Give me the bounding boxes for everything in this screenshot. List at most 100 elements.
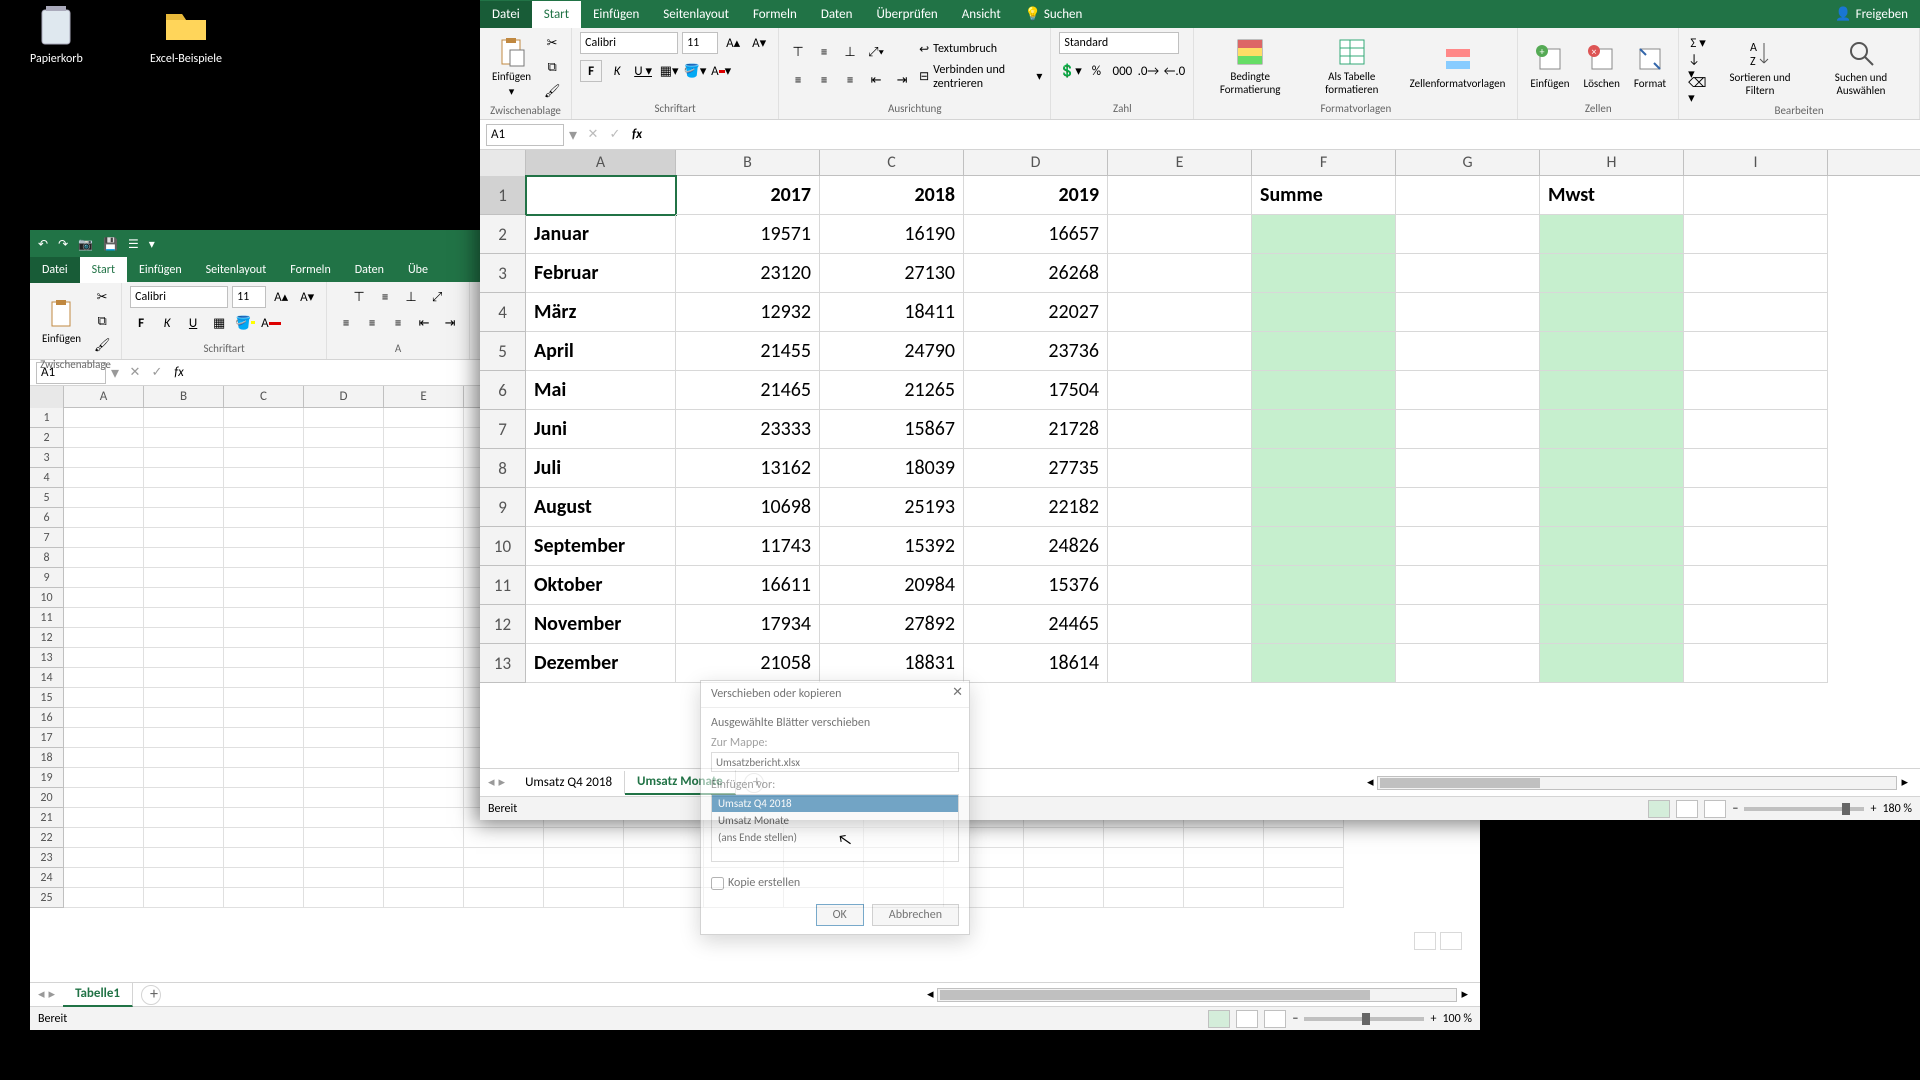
row-header-18[interactable]: 18 <box>30 748 64 768</box>
cell[interactable] <box>304 528 384 548</box>
cell[interactable] <box>304 848 384 868</box>
cell[interactable] <box>304 608 384 628</box>
cell[interactable] <box>64 868 144 888</box>
cell-C2[interactable]: 16190 <box>820 215 964 254</box>
cell[interactable] <box>144 428 224 448</box>
cell-A11[interactable]: Oktober <box>526 566 676 605</box>
cell-H6[interactable] <box>1540 371 1684 410</box>
fx-icon[interactable]: fx <box>168 362 190 384</box>
cell[interactable] <box>224 488 304 508</box>
cell[interactable] <box>144 688 224 708</box>
cell[interactable] <box>144 748 224 768</box>
zoom-out-icon[interactable]: − <box>1732 802 1738 816</box>
cell[interactable] <box>304 548 384 568</box>
cell[interactable] <box>64 888 144 908</box>
cell-D9[interactable]: 22182 <box>964 488 1108 527</box>
cell[interactable] <box>1104 848 1184 868</box>
tab-datei[interactable]: Datei <box>480 1 532 28</box>
cell-A12[interactable]: November <box>526 605 676 644</box>
border-button[interactable]: ▦▾ <box>658 60 680 82</box>
underline-button[interactable]: U ▾ <box>632 60 654 82</box>
cell-E8[interactable] <box>1108 449 1252 488</box>
row-header-20[interactable]: 20 <box>30 788 64 808</box>
cell[interactable] <box>64 428 144 448</box>
cell[interactable] <box>304 628 384 648</box>
cell-E5[interactable] <box>1108 332 1252 371</box>
cell[interactable] <box>384 568 464 588</box>
row-header-16[interactable]: 16 <box>30 708 64 728</box>
row-header-6[interactable]: 6 <box>480 371 526 410</box>
scroll-left-icon[interactable]: ◂ <box>923 987 938 1002</box>
cell-C9[interactable]: 25193 <box>820 488 964 527</box>
cell-H5[interactable] <box>1540 332 1684 371</box>
cell[interactable] <box>224 668 304 688</box>
back-hscroll[interactable]: ◂ ▸ <box>161 987 1480 1002</box>
tab-seitenlayout[interactable]: Seitenlayout <box>651 1 741 28</box>
format-as-table-button[interactable]: Als Tabelle formatieren <box>1304 34 1400 98</box>
cell[interactable] <box>224 868 304 888</box>
format-painter-icon[interactable]: 🖌 <box>541 80 563 102</box>
row-header-8[interactable]: 8 <box>30 548 64 568</box>
cell[interactable] <box>1104 868 1184 888</box>
cell-C1[interactable]: 2018 <box>820 176 964 215</box>
cell[interactable] <box>384 828 464 848</box>
cell-E13[interactable] <box>1108 644 1252 683</box>
align-bottom-icon[interactable]: ⊥ <box>839 41 861 63</box>
row-header-14[interactable]: 14 <box>30 668 64 688</box>
cell[interactable] <box>384 748 464 768</box>
cell[interactable] <box>64 648 144 668</box>
cell-D8[interactable]: 27735 <box>964 449 1108 488</box>
col-E[interactable]: E <box>384 386 464 407</box>
col-header-C[interactable]: C <box>820 150 964 175</box>
cell-D12[interactable]: 24465 <box>964 605 1108 644</box>
indent-inc-icon[interactable]: ⇥ <box>439 312 461 334</box>
cell[interactable] <box>64 468 144 488</box>
cell-C11[interactable]: 20984 <box>820 566 964 605</box>
cell-E10[interactable] <box>1108 527 1252 566</box>
cell-E11[interactable] <box>1108 566 1252 605</box>
align-center-icon[interactable]: ≡ <box>813 69 835 91</box>
cell-D1[interactable]: 2019 <box>964 176 1108 215</box>
col-header-B[interactable]: B <box>676 150 820 175</box>
cell[interactable] <box>384 648 464 668</box>
tab-start[interactable]: Start <box>532 1 581 28</box>
cell-A2[interactable]: Januar <box>526 215 676 254</box>
cell[interactable] <box>384 888 464 908</box>
row-header-1[interactable]: 1 <box>480 176 526 215</box>
cell[interactable] <box>144 528 224 548</box>
italic-button[interactable]: K <box>606 60 628 82</box>
col-C[interactable]: C <box>224 386 304 407</box>
insert-cells-button[interactable]: +Einfügen <box>1526 41 1573 92</box>
delete-cells-button[interactable]: ×Löschen <box>1579 41 1623 92</box>
cell[interactable] <box>384 768 464 788</box>
cell-F10[interactable] <box>1252 527 1396 566</box>
cell[interactable] <box>1264 868 1344 888</box>
cell[interactable] <box>304 448 384 468</box>
cell[interactable] <box>224 568 304 588</box>
row-header-2[interactable]: 2 <box>30 428 64 448</box>
cell[interactable] <box>64 808 144 828</box>
cell-E2[interactable] <box>1108 215 1252 254</box>
cell-D10[interactable]: 24826 <box>964 527 1108 566</box>
col-header-H[interactable]: H <box>1540 150 1684 175</box>
cell-C4[interactable]: 18411 <box>820 293 964 332</box>
font-color-button[interactable]: A▾ <box>710 60 732 82</box>
cell[interactable] <box>224 768 304 788</box>
cell[interactable] <box>64 608 144 628</box>
cell-B10[interactable]: 11743 <box>676 527 820 566</box>
row-header-7[interactable]: 7 <box>480 410 526 449</box>
tab-ueberpruefen[interactable]: Überprüfen <box>864 1 949 28</box>
cell-F6[interactable] <box>1252 371 1396 410</box>
align-middle-icon[interactable]: ≡ <box>374 286 396 308</box>
cell[interactable] <box>224 788 304 808</box>
row-header-25[interactable]: 25 <box>30 888 64 908</box>
cell[interactable] <box>224 888 304 908</box>
cell-A3[interactable]: Februar <box>526 254 676 293</box>
cell[interactable] <box>304 488 384 508</box>
cell-A10[interactable]: September <box>526 527 676 566</box>
cell-B8[interactable]: 13162 <box>676 449 820 488</box>
cell[interactable] <box>224 708 304 728</box>
row-header-9[interactable]: 9 <box>480 488 526 527</box>
cell-I3[interactable] <box>1684 254 1828 293</box>
increase-font-icon[interactable]: A▴ <box>270 286 292 308</box>
